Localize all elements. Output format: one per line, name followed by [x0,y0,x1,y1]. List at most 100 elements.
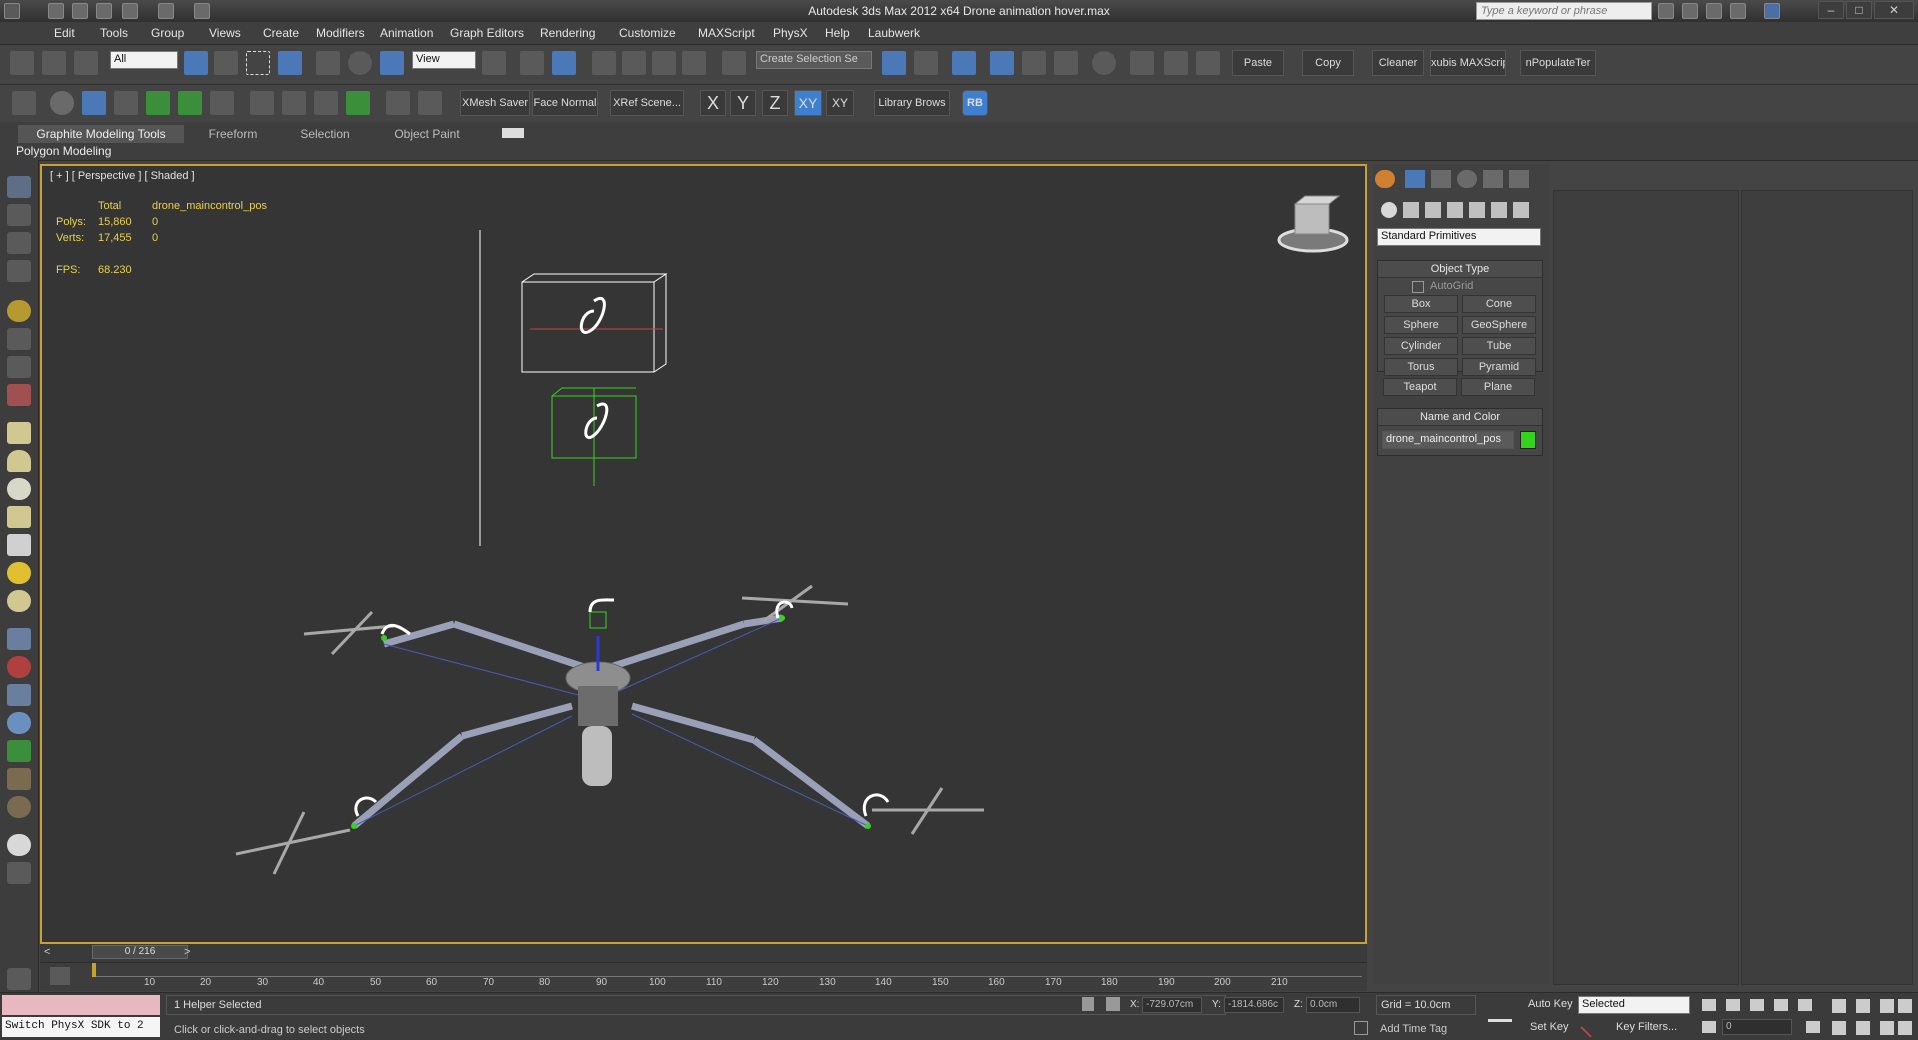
move-icon[interactable] [316,51,340,75]
torus-button[interactable]: Torus [1384,358,1458,376]
named-selection-dropdown[interactable]: Create Selection Se [756,51,872,69]
export-icon-2[interactable] [282,91,306,115]
layer-icon[interactable] [7,968,31,990]
plane-object-icon[interactable] [7,422,31,444]
hp-tool-icon[interactable] [7,768,31,790]
align-icon[interactable] [914,51,938,75]
viewcube-icon[interactable] [1277,195,1349,253]
track-bar[interactable]: 10 20 30 40 50 60 70 80 90 100 110 120 1… [40,962,1367,991]
pivot-center-icon[interactable] [482,51,506,75]
key-mode-toggle-icon[interactable] [1702,1021,1716,1033]
export-icon-4[interactable] [346,91,370,115]
modifier-icon[interactable] [7,656,31,678]
schematic-view-icon[interactable] [1054,51,1078,75]
menu-tools[interactable]: Tools [100,26,128,40]
copy-button[interactable]: Copy [1302,50,1354,76]
time-slider[interactable]: < 0 / 216 > [40,944,1367,962]
menu-graph-editors[interactable]: Graph Editors [450,26,524,40]
menu-help[interactable]: Help [825,26,850,40]
table-icon[interactable] [7,260,31,282]
geosphere-icon[interactable] [7,590,31,612]
tool-icon-8[interactable] [386,91,410,115]
key-icon[interactable] [1580,1016,1602,1038]
category-dropdown[interactable]: Standard Primitives [1377,228,1541,246]
sphere-button[interactable]: Sphere [1384,316,1458,334]
utilities-tab-icon[interactable] [1509,170,1529,188]
paste-button[interactable]: Paste [1232,50,1284,76]
time-tag-icon[interactable] [1354,1021,1368,1035]
camera-icon[interactable] [7,328,31,350]
cone-button[interactable]: Cone [1462,295,1536,313]
absolute-mode-icon[interactable] [1106,997,1120,1011]
menu-create[interactable]: Create [263,26,299,40]
auto-key-button[interactable]: Auto Key [1528,998,1573,1010]
hierarchy-icon[interactable] [7,684,31,706]
light-bulb-icon[interactable] [7,300,31,322]
percent-snap-icon[interactable] [652,51,676,75]
render-setup-icon[interactable] [1130,51,1154,75]
binoculars-icon[interactable] [1658,3,1674,19]
zoom-all-icon[interactable] [1856,999,1870,1013]
tab-object-paint[interactable]: Object Paint [384,125,470,143]
favorites-star-icon[interactable] [1730,3,1746,19]
prev-frame-icon[interactable] [1726,999,1740,1011]
window-crossing-icon[interactable] [278,51,302,75]
polygon-modeling-panel[interactable]: Polygon Modeling [16,144,111,158]
hierarchy-tab-icon[interactable] [1431,170,1451,188]
spinner-snap-icon[interactable] [682,51,706,75]
menu-edit[interactable]: Edit [54,26,75,40]
zoom-icon[interactable] [1832,999,1846,1013]
lights-icon[interactable] [1425,202,1441,218]
goto-end-icon[interactable] [1798,999,1812,1011]
reference-coordinate-dropdown[interactable]: View [412,51,476,69]
mini-curve-editor-icon[interactable] [50,967,70,985]
orbit-icon[interactable] [1880,1021,1894,1035]
tab-selection[interactable]: Selection [290,125,360,143]
select-by-name-icon[interactable] [214,51,238,75]
time-configuration-icon[interactable] [1806,1021,1820,1033]
torus-icon[interactable] [7,506,31,528]
mirror-icon[interactable] [882,51,906,75]
hemisphere-icon[interactable] [7,450,31,472]
lasso-icon[interactable] [7,356,31,378]
menu-group[interactable]: Group [151,26,184,40]
object-type-title[interactable]: Object Type [1378,261,1542,278]
face-normal-button[interactable]: Face Normal [532,90,598,116]
tube-button[interactable]: Tube [1462,337,1536,355]
xmesh-saver-button[interactable]: XMesh Saver [460,90,530,116]
tab-freeform[interactable]: Freeform [198,125,268,143]
axis-x-button[interactable]: X [700,90,726,116]
angle-snap-icon[interactable] [622,51,646,75]
axis-z-button[interactable]: Z [762,90,788,116]
link-icon[interactable] [10,51,34,75]
tool-icon-2[interactable] [82,91,106,115]
space-warps-icon[interactable] [1491,202,1507,218]
add-time-tag-button[interactable]: Add Time Tag [1380,1023,1447,1035]
particle-icon[interactable] [50,91,74,115]
snap-3d-icon[interactable] [592,51,616,75]
search-input[interactable]: Type a keyword or phrase [1476,2,1652,20]
tab-graphite-modeling-tools[interactable]: Graphite Modeling Tools [18,125,184,143]
object-color-swatch[interactable] [1520,431,1536,449]
hammer-icon[interactable] [210,91,234,115]
communication-icon[interactable] [1706,3,1722,19]
x-coord-field[interactable]: -729.07cm [1142,997,1202,1013]
bind-space-warp-icon[interactable] [74,51,98,75]
tree-icon[interactable] [146,91,170,115]
box-button[interactable]: Box [1384,295,1458,313]
menu-rendering[interactable]: Rendering [540,26,595,40]
layer-manager-icon[interactable] [952,51,976,75]
z-coord-field[interactable]: 0.0cm [1306,997,1360,1013]
maxscript-listener-pink[interactable] [2,995,160,1015]
teapot-icon[interactable] [7,176,31,198]
globe-icon[interactable] [7,796,31,818]
xref-scene-button[interactable]: XRef Scene... [610,90,684,116]
populate-terrain-button[interactable]: nPopulateTer [1520,50,1596,76]
key-mode-dropdown[interactable]: Selected [1578,996,1690,1014]
maximize-button[interactable]: □ [1846,1,1872,19]
maxscript-listener-white[interactable]: Switch PhysX SDK to 2 [2,1017,160,1037]
sphere-icon[interactable] [7,478,31,500]
plant-icon[interactable] [178,91,202,115]
next-frame-icon[interactable] [1774,999,1788,1011]
create-tab-icon[interactable] [1375,170,1395,188]
